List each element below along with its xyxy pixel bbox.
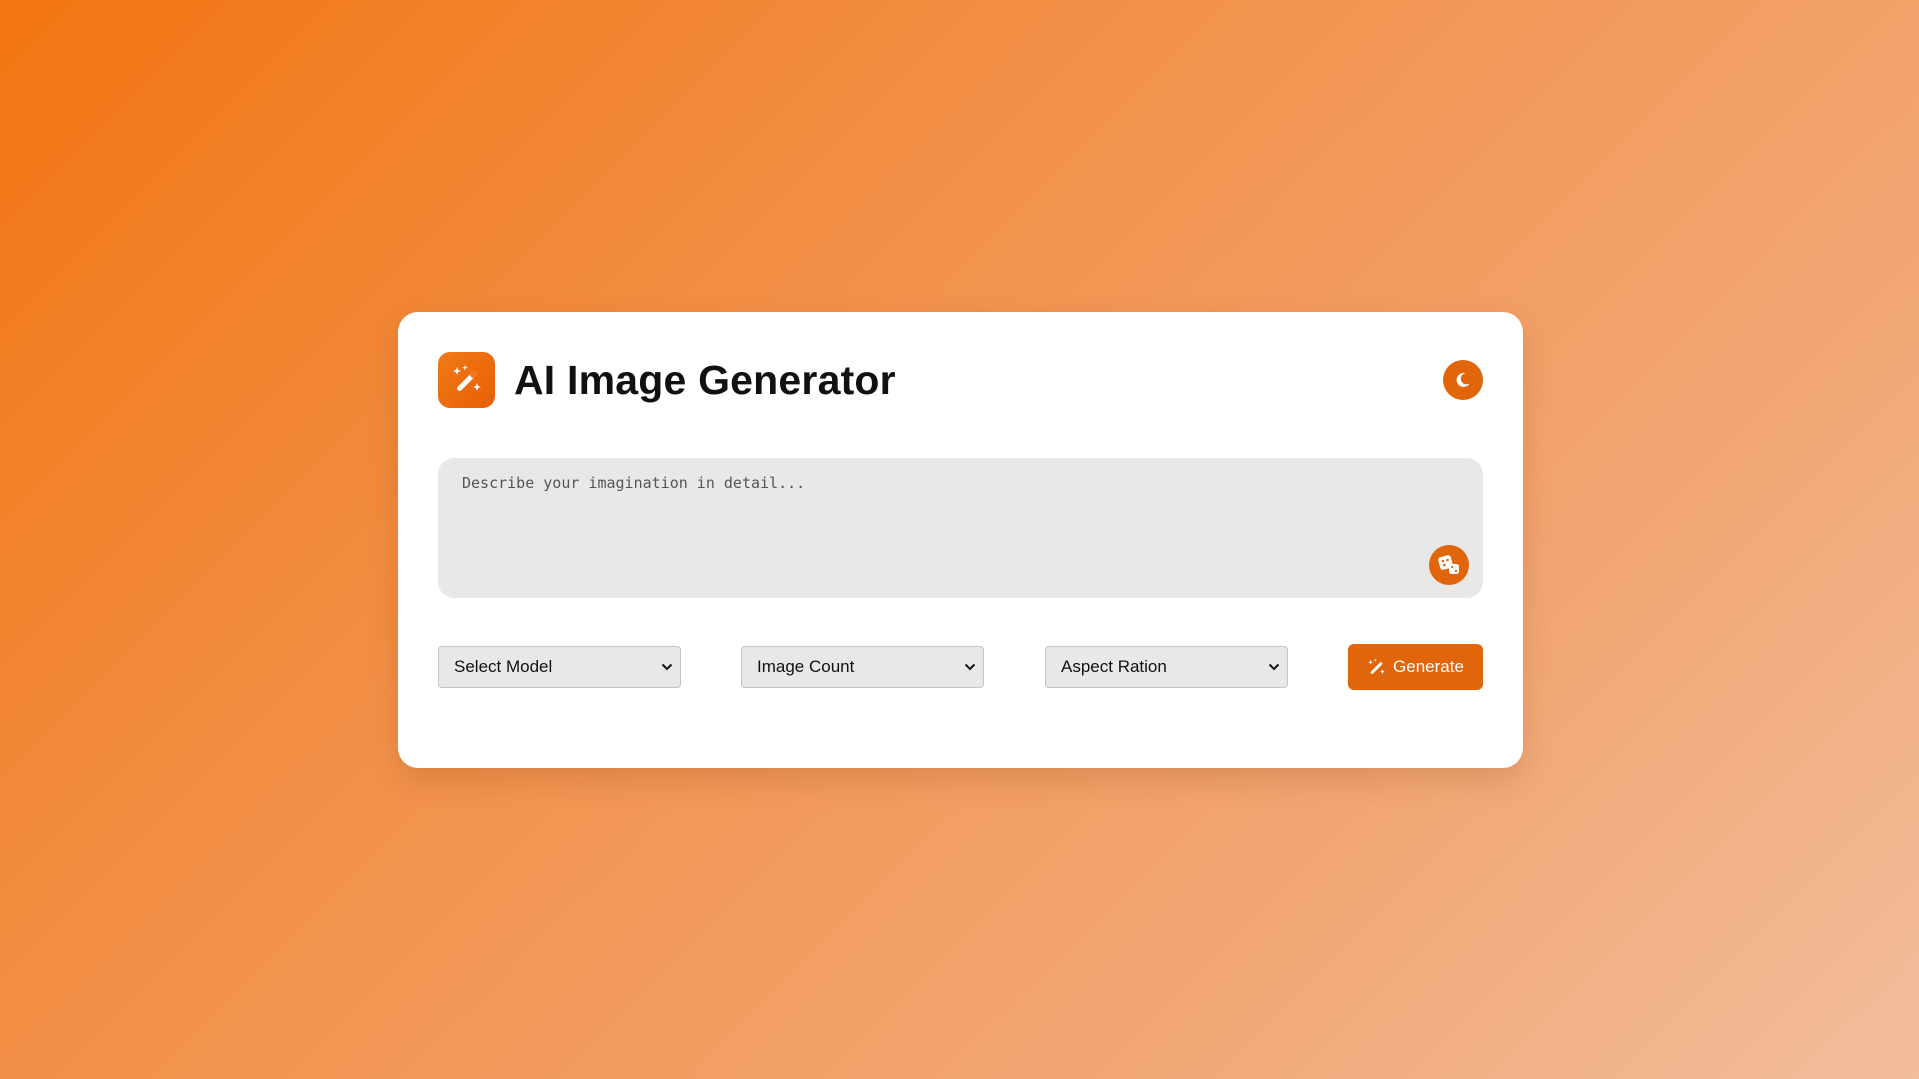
controls-row: Select Model Image Count Aspect Ration G… bbox=[438, 644, 1483, 690]
model-select[interactable]: Select Model bbox=[438, 646, 681, 688]
chevron-down-icon bbox=[959, 663, 981, 671]
page-title: AI Image Generator bbox=[514, 356, 896, 403]
dice-icon bbox=[1437, 554, 1461, 576]
magic-wand-icon bbox=[438, 352, 495, 408]
image-count-select-value: Image Count bbox=[757, 657, 855, 676]
generate-button-label: Generate bbox=[1393, 657, 1464, 676]
chevron-down-icon bbox=[656, 663, 678, 671]
prompt-container bbox=[438, 458, 1483, 598]
prompt-input[interactable] bbox=[438, 458, 1483, 598]
generate-button[interactable]: Generate bbox=[1348, 644, 1483, 690]
random-prompt-button[interactable] bbox=[1429, 545, 1469, 585]
image-count-select[interactable]: Image Count bbox=[741, 646, 984, 688]
aspect-ratio-select-value: Aspect Ration bbox=[1061, 657, 1167, 676]
chevron-down-icon bbox=[1263, 663, 1285, 671]
model-select-value: Select Model bbox=[454, 657, 553, 676]
aspect-ratio-select[interactable]: Aspect Ration bbox=[1045, 646, 1288, 688]
brand: AI Image Generator bbox=[438, 352, 896, 408]
magic-wand-icon bbox=[1367, 658, 1386, 677]
theme-toggle-button[interactable] bbox=[1443, 360, 1483, 400]
generator-card: AI Image Generator Describe your imagina… bbox=[398, 312, 1523, 768]
moon-icon bbox=[1454, 371, 1472, 389]
header: AI Image Generator bbox=[438, 352, 1483, 408]
